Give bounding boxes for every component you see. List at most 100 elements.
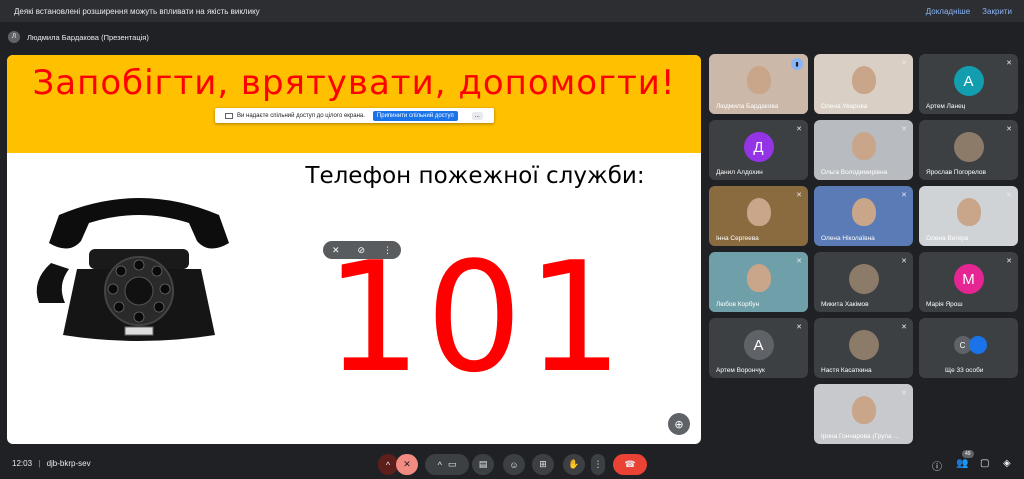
- mic-off-icon: ✕: [901, 324, 907, 331]
- presenter-label: Л Людмила Бардакова (Презентація): [8, 28, 149, 46]
- participant-avatar: Д: [743, 132, 774, 162]
- participant-name: Інна Сергеева: [716, 235, 759, 242]
- audio-options-button[interactable]: ^: [378, 454, 398, 475]
- participant-photo: [953, 132, 984, 162]
- participant-tile[interactable]: ✕ Інна Сергеева: [709, 186, 808, 246]
- participant-name: Ще 33 особи: [945, 367, 984, 374]
- mic-off-icon: ✕: [1006, 126, 1012, 133]
- participant-face: [956, 198, 981, 227]
- participant-face: [851, 198, 876, 227]
- more-participants-avatar: [969, 336, 988, 354]
- participant-tile[interactable]: ✕ Ірина Гончарова (Група ...: [814, 384, 913, 444]
- captions-icon: ▤: [478, 459, 488, 469]
- participant-face: [746, 264, 771, 293]
- participant-name: Марія Ярош: [926, 301, 963, 308]
- banner-details-link[interactable]: Докладніше: [926, 7, 970, 16]
- participant-tile[interactable]: ✕ Олена Вегера: [919, 186, 1018, 246]
- raise-hand-button[interactable]: ✋: [563, 454, 585, 475]
- participant-tile[interactable]: ▮ Людмила Бардакова: [709, 54, 808, 114]
- participant-tile[interactable]: ✕ Ярослав Погорелов: [919, 120, 1018, 180]
- participant-tile[interactable]: ✕ Ольга Володимирівна: [814, 120, 913, 180]
- present-button[interactable]: ⊞: [532, 454, 554, 475]
- participant-avatar: М: [953, 264, 984, 294]
- participant-tile[interactable]: ✕ Микита Хакімов: [814, 252, 913, 312]
- emoji-button[interactable]: ☺: [503, 454, 525, 475]
- participant-tile[interactable]: А ✕ Артем Ланец: [919, 54, 1018, 114]
- participant-tile[interactable]: ✕ Настя Касаткина: [814, 318, 913, 378]
- participant-tile[interactable]: М ✕ Марія Ярош: [919, 252, 1018, 312]
- chat-icon[interactable]: ▢: [980, 458, 989, 469]
- pin-icon[interactable]: ✕: [332, 245, 340, 256]
- mic-off-icon: ✕: [796, 192, 802, 199]
- screen-icon: [225, 112, 233, 119]
- speaking-indicator-icon: ▮: [791, 58, 803, 70]
- presenter-avatar: Л: [8, 31, 20, 43]
- participant-name: Людмила Бардакова: [716, 103, 779, 110]
- mic-off-icon: ✕: [796, 258, 802, 265]
- banner-close-link[interactable]: Закрити: [982, 7, 1012, 16]
- participant-photo: [848, 264, 879, 294]
- participant-tile[interactable]: ✕ Олена Ніколаївна: [814, 186, 913, 246]
- more-vert-icon[interactable]: ⋮: [383, 245, 392, 256]
- screen-share-notice: Ви надаєте спільний доступ до цілого екр…: [215, 108, 494, 123]
- emoji-icon: ☺: [509, 459, 519, 470]
- participant-photo: [848, 330, 879, 360]
- mic-off-icon: ✕: [796, 126, 802, 133]
- mic-off-icon: ✕: [1006, 258, 1012, 265]
- mic-off-icon: ✕: [1006, 192, 1012, 199]
- participant-tile[interactable]: С Ще 33 особи: [919, 318, 1018, 378]
- participant-face: [851, 132, 876, 161]
- tile-overlay-controls: ✕ ⊘ ⋮: [323, 241, 401, 259]
- participant-tile[interactable]: ✕ Олена Уварова: [814, 54, 913, 114]
- participant-name: Олена Ніколаївна: [821, 235, 875, 242]
- call-end-icon: ☎: [624, 459, 636, 469]
- people-icon[interactable]: 👥: [956, 458, 968, 469]
- mic-off-icon: ✕: [796, 324, 802, 331]
- present-icon: ⊞: [539, 459, 547, 469]
- camera-icon: ▭: [447, 459, 457, 469]
- people-count-badge: 49: [962, 450, 974, 458]
- meeting-info: 12:03 | djb-bkrp-sev: [12, 459, 91, 468]
- mic-off-icon: ✕: [901, 60, 907, 67]
- rotary-phone-image: [36, 198, 229, 341]
- slide-title: Запобігти, врятувати, допомогти!: [32, 63, 676, 103]
- raise-hand-icon: ✋: [568, 459, 580, 469]
- info-icon[interactable]: ⓘ: [932, 458, 942, 473]
- participant-name: Артем Ворончук: [716, 367, 765, 374]
- meeting-code: djb-bkrp-sev: [46, 459, 91, 468]
- activities-icon[interactable]: ◈: [1003, 458, 1011, 469]
- camera-off-icon[interactable]: ⊘: [358, 245, 366, 256]
- clock: 12:03: [12, 459, 33, 468]
- zoom-icon[interactable]: ⊕: [668, 413, 690, 435]
- participant-avatar: А: [743, 330, 774, 360]
- more-vert-icon: ⋮: [593, 459, 603, 469]
- mic-off-icon: ✕: [901, 126, 907, 133]
- participant-avatar: А: [953, 66, 984, 96]
- participant-face: [851, 66, 876, 95]
- participant-face: [746, 66, 771, 95]
- share-more-button[interactable]: ...: [471, 111, 483, 120]
- more-options-button[interactable]: ⋮: [591, 454, 605, 475]
- chevron-up-icon: ^: [385, 459, 391, 470]
- mic-off-icon: ✕: [403, 459, 411, 469]
- meeting-separator: |: [38, 459, 41, 468]
- mic-off-icon: ✕: [901, 258, 907, 265]
- participant-tile[interactable]: ✕ Любов Корбун: [709, 252, 808, 312]
- participant-name: Данил Алдохин: [716, 169, 763, 176]
- mic-off-icon: ✕: [901, 390, 907, 397]
- stop-sharing-button[interactable]: Припинити спільний доступ: [372, 110, 458, 121]
- participant-name: Микита Хакімов: [821, 301, 869, 308]
- participant-name: Олена Вегера: [926, 235, 969, 242]
- participant-face: [851, 396, 876, 425]
- participant-name: Любов Корбун: [716, 301, 760, 308]
- participant-name: Настя Касаткина: [821, 367, 872, 374]
- participant-tile[interactable]: Д ✕ Данил Алдохин: [709, 120, 808, 180]
- mic-toggle-button[interactable]: ✕: [396, 454, 418, 475]
- participant-tile[interactable]: А ✕ Артем Ворончук: [709, 318, 808, 378]
- participant-name: Олена Уварова: [821, 103, 868, 110]
- emergency-number: 101: [325, 229, 628, 406]
- participant-name: Ольга Володимирівна: [821, 169, 888, 176]
- captions-button[interactable]: ▤: [472, 454, 494, 475]
- camera-toggle-button[interactable]: ^ ▭: [425, 454, 469, 475]
- leave-call-button[interactable]: ☎: [613, 454, 647, 475]
